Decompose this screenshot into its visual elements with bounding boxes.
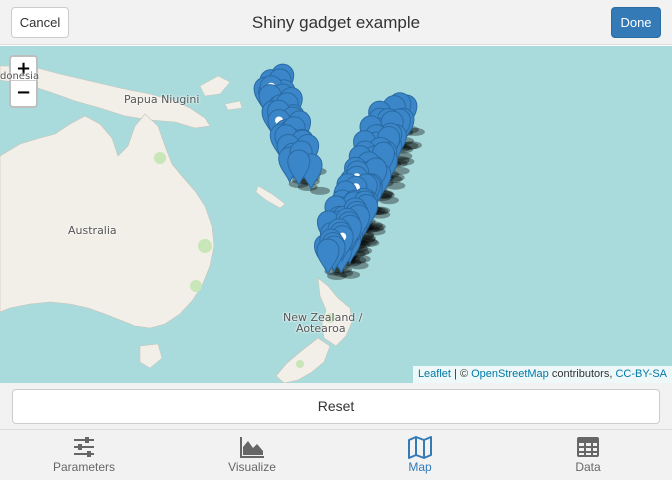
page-title: Shiny gadget example bbox=[251, 13, 421, 32]
map-label-australia: Australia bbox=[68, 224, 117, 237]
cancel-button[interactable]: Cancel bbox=[11, 7, 69, 38]
map-label-papua: Papua Niugini bbox=[124, 93, 200, 106]
marker-shadow bbox=[327, 272, 347, 280]
tab-visualize[interactable]: Visualize bbox=[168, 430, 336, 481]
map-icon bbox=[408, 436, 432, 459]
license-link[interactable]: CC-BY-SA bbox=[615, 368, 667, 380]
tab-map-label: Map bbox=[408, 460, 432, 474]
tab-visualize-label: Visualize bbox=[228, 460, 276, 474]
tab-data[interactable]: Data bbox=[504, 430, 672, 481]
done-button[interactable]: Done bbox=[611, 7, 661, 38]
map-view[interactable]: + − donesia Papua Niugini Australia New … bbox=[0, 46, 672, 383]
map-label-nz-line2: Aotearoa bbox=[296, 322, 346, 335]
tab-map[interactable]: Map bbox=[336, 430, 504, 481]
marker-shadow bbox=[297, 183, 318, 192]
tab-bar: Parameters Visualize Map Data bbox=[0, 429, 672, 480]
map-attribution: Leaflet | © OpenStreetMap contributors, … bbox=[412, 366, 672, 383]
tab-data-label: Data bbox=[575, 460, 601, 474]
tab-parameters[interactable]: Parameters bbox=[0, 430, 168, 481]
osm-link[interactable]: OpenStreetMap bbox=[471, 368, 549, 380]
area-chart-icon bbox=[240, 437, 264, 458]
title-bar: Shiny gadget example Cancel Done bbox=[0, 0, 672, 45]
reset-bar: Reset bbox=[0, 383, 672, 429]
attribution-sep: | © bbox=[454, 368, 469, 380]
attribution-contributors: contributors, bbox=[551, 368, 613, 380]
tab-parameters-label: Parameters bbox=[52, 460, 116, 474]
sliders-icon bbox=[74, 437, 94, 457]
zoom-out-button[interactable]: − bbox=[11, 81, 36, 105]
table-icon bbox=[577, 437, 599, 457]
leaflet-link[interactable]: Leaflet bbox=[418, 368, 451, 380]
reset-button[interactable]: Reset bbox=[12, 389, 660, 424]
map-label-indonesia: donesia bbox=[0, 71, 40, 82]
